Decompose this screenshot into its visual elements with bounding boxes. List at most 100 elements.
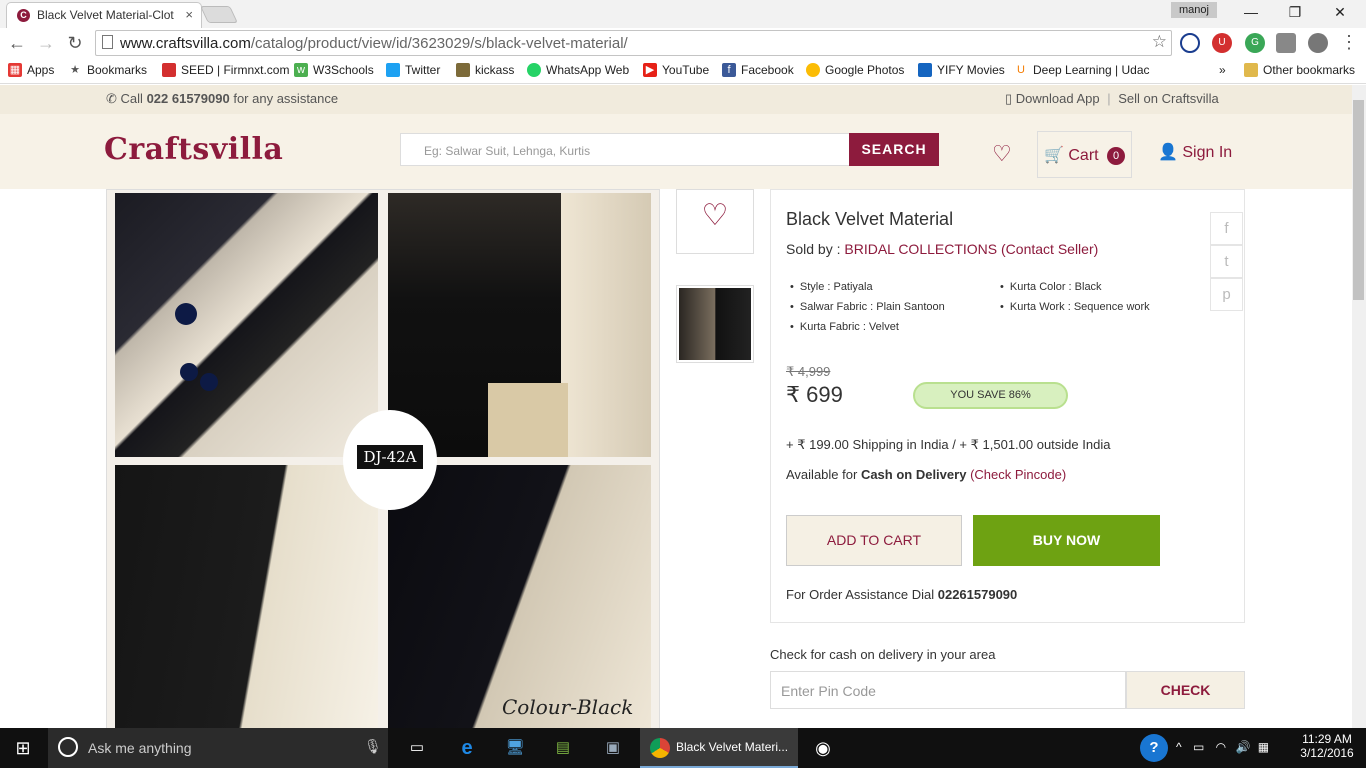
bookmark-apps[interactable]: ▦ Apps	[8, 63, 54, 77]
kickass-icon	[456, 63, 470, 77]
add-to-wishlist-box[interactable]: ♡	[676, 189, 754, 254]
search-button[interactable]: SEARCH	[849, 133, 939, 166]
wifi-icon[interactable]: ◠	[1216, 740, 1226, 754]
spec-item: Kurta Fabric : Velvet	[790, 321, 945, 341]
user-icon: 👤	[1158, 144, 1178, 161]
taskbar-chrome-window[interactable]: Black Velvet Materi...	[640, 728, 798, 768]
star-icon: ★	[70, 64, 80, 76]
cart-icon: 🛒	[1044, 147, 1064, 164]
new-tab-button[interactable]	[200, 6, 238, 23]
sell-link[interactable]: Sell on Craftsvilla	[1118, 91, 1218, 106]
tab-title: Black Velvet Material-Clot	[37, 8, 174, 22]
bookmark-whatsapp[interactable]: WhatsApp Web	[527, 63, 629, 77]
help-icon[interactable]: ?	[1140, 734, 1168, 762]
task-view-icon[interactable]: ▭	[402, 734, 432, 762]
address-bar[interactable]: www.craftsvilla.com/catalog/product/view…	[95, 30, 1172, 56]
app-icon-2[interactable]: ▣	[598, 734, 628, 762]
pin-code-input[interactable]: Enter Pin Code	[770, 671, 1126, 709]
contact-seller-link[interactable]: (Contact Seller)	[1001, 241, 1098, 257]
seller-link[interactable]: BRIDAL COLLECTIONS	[844, 241, 997, 257]
selling-price: ₹ 699	[786, 382, 843, 407]
you-save-badge: YOU SAVE 86%	[913, 382, 1068, 409]
craftsvilla-logo[interactable]: Craftsvilla	[104, 132, 283, 167]
buy-now-button[interactable]: BUY NOW	[973, 515, 1160, 566]
product-main-image[interactable]: DJ-42A Colour-Black	[106, 189, 660, 729]
bookmark-kickass[interactable]: kickass	[456, 63, 514, 77]
search-input[interactable]: Eg: Salwar Suit, Lehnga, Kurtis	[400, 133, 850, 166]
bookmark-seed[interactable]: SEED | Firmnxt.com	[162, 63, 289, 77]
udacity-icon: U	[1017, 64, 1025, 76]
back-icon[interactable]: ←	[6, 33, 28, 54]
folder-icon	[1244, 63, 1258, 77]
add-to-cart-button[interactable]: ADD TO CART	[786, 515, 962, 566]
bookmark-udacity[interactable]: U Deep Learning | Udac	[1014, 63, 1150, 77]
volume-icon[interactable]: 🔊	[1236, 740, 1251, 754]
scrollbar-thumb[interactable]	[1353, 100, 1364, 300]
grammarly-extension-icon[interactable]: G	[1245, 33, 1265, 53]
app-icon[interactable]: ▤	[548, 734, 578, 762]
tray-up-icon[interactable]: ^	[1176, 740, 1182, 754]
bookmark-google-photos[interactable]: Google Photos	[806, 63, 904, 77]
order-assistance: For Order Assistance Dial 02261579090	[786, 587, 1018, 602]
image-badge: DJ-42A	[343, 410, 437, 510]
media-app-icon[interactable]: ◉	[808, 734, 838, 762]
spec-item: Style : Patiyala	[790, 281, 945, 301]
twitter-share-icon[interactable]: t	[1210, 245, 1243, 278]
minimize-icon[interactable]: —	[1229, 0, 1273, 24]
system-tray[interactable]: ^ ▭ ◠ 🔊 ▦	[1176, 740, 1269, 754]
phone-icon: ✆	[106, 91, 117, 106]
bookmark-bookmarks[interactable]: ★ Bookmarks	[68, 63, 147, 77]
clock[interactable]: 11:29 AM 3/12/2016	[1298, 732, 1356, 760]
image-panel-4	[388, 465, 651, 728]
mrp-price: ₹ 4,999	[786, 364, 831, 379]
cart-button[interactable]: 🛒 Cart 0	[1037, 131, 1132, 178]
extension-icon[interactable]	[1276, 33, 1296, 53]
shipping-info: + ₹ 199.00 Shipping in India / + ₹ 1,501…	[786, 437, 1111, 452]
keyboard-icon[interactable]: ▦	[1258, 740, 1269, 754]
cortana-search[interactable]: Ask me anything 🎙	[48, 728, 388, 768]
battery-icon[interactable]: ▭	[1193, 740, 1204, 754]
edge-icon[interactable]: e	[452, 734, 482, 762]
specs-left: Style : Patiyala Salwar Fabric : Plain S…	[790, 281, 945, 341]
bookmark-w3schools[interactable]: w W3Schools	[294, 63, 374, 77]
microphone-icon: 🎙	[364, 738, 382, 754]
close-window-icon[interactable]: ✕	[1318, 0, 1362, 24]
mobile-icon: ▯	[1005, 91, 1013, 106]
bookmark-yify[interactable]: YIFY Movies	[918, 63, 1005, 77]
download-app-link[interactable]: Download App	[1016, 91, 1100, 106]
windows-taskbar: ⊞ Ask me anything 🎙 ▭ e 🖥 ▤ ▣ Black Velv…	[0, 728, 1366, 768]
bookmarks-overflow-icon[interactable]: »	[1219, 63, 1226, 77]
bookmark-youtube[interactable]: ▶ YouTube	[643, 63, 709, 77]
wishlist-heart-icon[interactable]: ♡	[992, 141, 1012, 167]
sign-in-link[interactable]: 👤 Sign In	[1158, 142, 1232, 162]
browser-tab[interactable]: C Black Velvet Material-Clot ×	[6, 2, 202, 28]
block-extension-icon[interactable]	[1180, 33, 1200, 53]
check-pincode-button[interactable]: CHECK	[1126, 671, 1245, 709]
pinterest-share-icon[interactable]: p	[1210, 278, 1243, 311]
computer-icon[interactable]: 🖥	[500, 734, 530, 762]
reload-icon[interactable]: ↻	[64, 33, 86, 54]
spec-item: Salwar Fabric : Plain Santoon	[790, 301, 945, 321]
menu-icon[interactable]: ⋮	[1340, 32, 1358, 53]
forward-icon[interactable]: →	[35, 33, 57, 54]
adblock-extension-icon[interactable]: U	[1212, 33, 1232, 53]
bookmark-twitter[interactable]: Twitter	[386, 63, 440, 77]
other-bookmarks[interactable]: Other bookmarks	[1244, 63, 1355, 77]
facebook-share-icon[interactable]: f	[1210, 212, 1243, 245]
twitter-icon	[386, 63, 400, 77]
product-title: Black Velvet Material	[786, 209, 954, 229]
apps-icon: ▦	[8, 63, 22, 77]
yify-icon	[918, 63, 932, 77]
star-icon[interactable]: ☆	[1152, 32, 1167, 52]
restore-icon[interactable]: ❐	[1273, 0, 1317, 24]
bookmark-facebook[interactable]: f Facebook	[722, 63, 794, 77]
tassel-ball	[200, 373, 218, 391]
profile-button[interactable]: manoj	[1171, 2, 1217, 18]
url-host: www.craftsvilla.com	[120, 35, 251, 52]
check-pincode-link[interactable]: (Check Pincode)	[970, 467, 1066, 482]
chrome-icon	[650, 738, 670, 758]
product-thumbnail[interactable]	[676, 285, 754, 363]
windows-start-icon[interactable]: ⊞	[8, 734, 38, 762]
close-tab-icon[interactable]: ×	[185, 7, 193, 22]
extension-icon-2[interactable]	[1308, 33, 1328, 53]
